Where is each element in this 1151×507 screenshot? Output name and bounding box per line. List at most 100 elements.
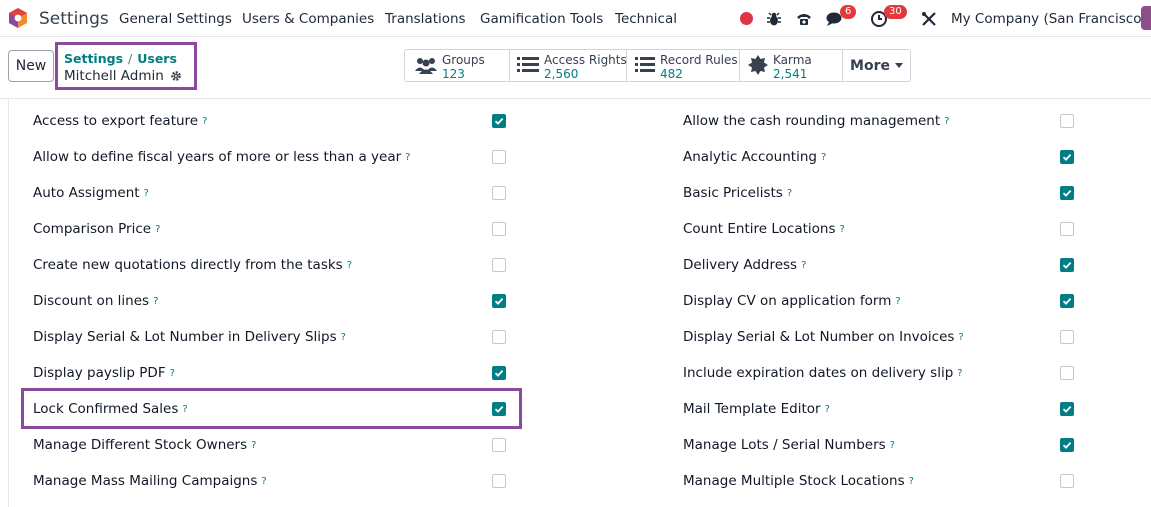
setting-checkbox[interactable] — [492, 294, 506, 308]
help-tooltip-icon[interactable]: ? — [958, 332, 963, 343]
activities-button[interactable]: 30 — [870, 0, 910, 37]
help-tooltip-icon[interactable]: ? — [251, 440, 256, 451]
setting-label: Manage Multiple Stock Locations — [683, 473, 905, 489]
setting-label: Display payslip PDF — [33, 365, 166, 381]
recording-indicator[interactable] — [737, 0, 755, 37]
menu-users-companies[interactable]: Users & Companies — [242, 11, 374, 27]
help-tooltip-icon[interactable]: ? — [261, 476, 266, 487]
setting-checkbox[interactable] — [492, 438, 506, 452]
more-dropdown[interactable]: More — [843, 50, 910, 81]
setting-label: Mail Template Editor — [683, 401, 821, 417]
app-name[interactable]: Settings — [39, 9, 109, 29]
setting-row: Basic Pricelists? — [683, 178, 792, 208]
menu-translations[interactable]: Translations — [385, 11, 466, 27]
check-icon — [1062, 441, 1072, 449]
list-icon — [517, 57, 539, 72]
stat-label: Record Rules — [660, 53, 738, 67]
setting-row: Access to export feature? — [33, 106, 207, 136]
help-tooltip-icon[interactable]: ? — [825, 404, 830, 415]
help-tooltip-icon[interactable]: ? — [144, 188, 149, 199]
menu-general-settings[interactable]: General Settings — [119, 11, 232, 27]
setting-checkbox[interactable] — [1060, 366, 1074, 380]
setting-checkbox[interactable] — [492, 330, 506, 344]
setting-checkbox[interactable] — [492, 222, 506, 236]
breadcrumb-separator: / — [128, 51, 133, 66]
help-tooltip-icon[interactable]: ? — [155, 224, 160, 235]
help-tooltip-icon[interactable]: ? — [170, 368, 175, 379]
setting-checkbox[interactable] — [1060, 294, 1074, 308]
help-tooltip-icon[interactable]: ? — [944, 116, 949, 127]
groups-stat-button[interactable]: Groups 123 — [405, 50, 510, 81]
help-tooltip-icon[interactable]: ? — [840, 224, 845, 235]
user-avatar[interactable] — [1141, 6, 1151, 30]
menu-technical[interactable]: Technical — [615, 11, 677, 27]
record-dot-icon — [739, 12, 753, 25]
gear-icon[interactable] — [170, 70, 182, 82]
settings-tools-button[interactable] — [918, 0, 940, 37]
setting-checkbox[interactable] — [1060, 150, 1074, 164]
help-tooltip-icon[interactable]: ? — [895, 296, 900, 307]
karma-stat-button[interactable]: Karma 2,541 — [740, 50, 843, 81]
help-tooltip-icon[interactable]: ? — [405, 152, 410, 163]
new-button[interactable]: New — [8, 50, 54, 82]
setting-checkbox[interactable] — [492, 474, 506, 488]
app-logo-icon[interactable] — [8, 7, 28, 29]
setting-checkbox[interactable] — [1060, 222, 1074, 236]
help-tooltip-icon[interactable]: ? — [909, 476, 914, 487]
record-rules-stat-button[interactable]: Record Rules 482 — [627, 50, 740, 81]
setting-row: Delivery Address? — [683, 250, 806, 280]
setting-row: Discount on lines? — [33, 286, 158, 316]
help-tooltip-icon[interactable]: ? — [801, 260, 806, 271]
setting-row: Analytic Accounting? — [683, 142, 826, 172]
users-icon — [415, 58, 437, 74]
list-icon — [635, 57, 655, 72]
voip-button[interactable] — [793, 0, 815, 37]
setting-checkbox[interactable] — [1060, 474, 1074, 488]
setting-row: Manage Different Stock Owners? — [33, 430, 256, 460]
caret-down-icon — [894, 63, 903, 68]
more-label: More — [850, 57, 890, 74]
top-navbar: Settings General Settings Users & Compan… — [0, 0, 1151, 37]
access-rights-stat-button[interactable]: Access Rights 2,560 — [510, 50, 627, 81]
stat-value: 2,541 — [773, 67, 808, 81]
setting-label: Create new quotations directly from the … — [33, 257, 343, 273]
check-icon — [1062, 189, 1072, 197]
smart-buttons: Groups 123 Access Rights 2,560 Record Ru… — [404, 49, 911, 82]
messaging-button[interactable]: 6 — [826, 0, 860, 37]
setting-checkbox[interactable] — [1060, 438, 1074, 452]
setting-checkbox[interactable] — [1060, 114, 1074, 128]
breadcrumb-users-link[interactable]: Users — [137, 51, 177, 66]
stat-value: 123 — [442, 67, 465, 81]
setting-label: Display Serial & Lot Number in Delivery … — [33, 329, 337, 345]
setting-checkbox[interactable] — [492, 366, 506, 380]
breadcrumb-settings-link[interactable]: Settings — [64, 51, 123, 66]
setting-checkbox[interactable] — [492, 258, 506, 272]
help-tooltip-icon[interactable]: ? — [957, 368, 962, 379]
help-tooltip-icon[interactable]: ? — [153, 296, 158, 307]
check-icon — [494, 117, 504, 125]
activities-count-badge: 30 — [884, 5, 907, 19]
help-tooltip-icon[interactable]: ? — [890, 440, 895, 451]
setting-checkbox[interactable] — [492, 186, 506, 200]
setting-checkbox[interactable] — [1060, 258, 1074, 272]
help-tooltip-icon[interactable]: ? — [202, 116, 207, 127]
setting-checkbox[interactable] — [1060, 330, 1074, 344]
setting-checkbox[interactable] — [492, 114, 506, 128]
check-icon — [494, 297, 504, 305]
menu-gamification-tools[interactable]: Gamification Tools — [480, 11, 603, 27]
setting-label: Manage Lots / Serial Numbers — [683, 437, 886, 453]
help-tooltip-icon[interactable]: ? — [821, 152, 826, 163]
setting-row: Count Entire Locations? — [683, 214, 845, 244]
stat-label: Groups — [442, 53, 485, 67]
stat-value: 2,560 — [544, 67, 579, 81]
help-tooltip-icon[interactable]: ? — [347, 260, 352, 271]
header-divider — [0, 98, 1151, 99]
setting-checkbox[interactable] — [1060, 402, 1074, 416]
help-tooltip-icon[interactable]: ? — [787, 188, 792, 199]
help-tooltip-icon[interactable]: ? — [341, 332, 346, 343]
debug-button[interactable] — [764, 0, 784, 37]
setting-checkbox[interactable] — [1060, 186, 1074, 200]
check-icon — [1062, 405, 1072, 413]
setting-checkbox[interactable] — [492, 150, 506, 164]
company-switcher[interactable]: My Company (San Francisco) — [951, 11, 1147, 27]
